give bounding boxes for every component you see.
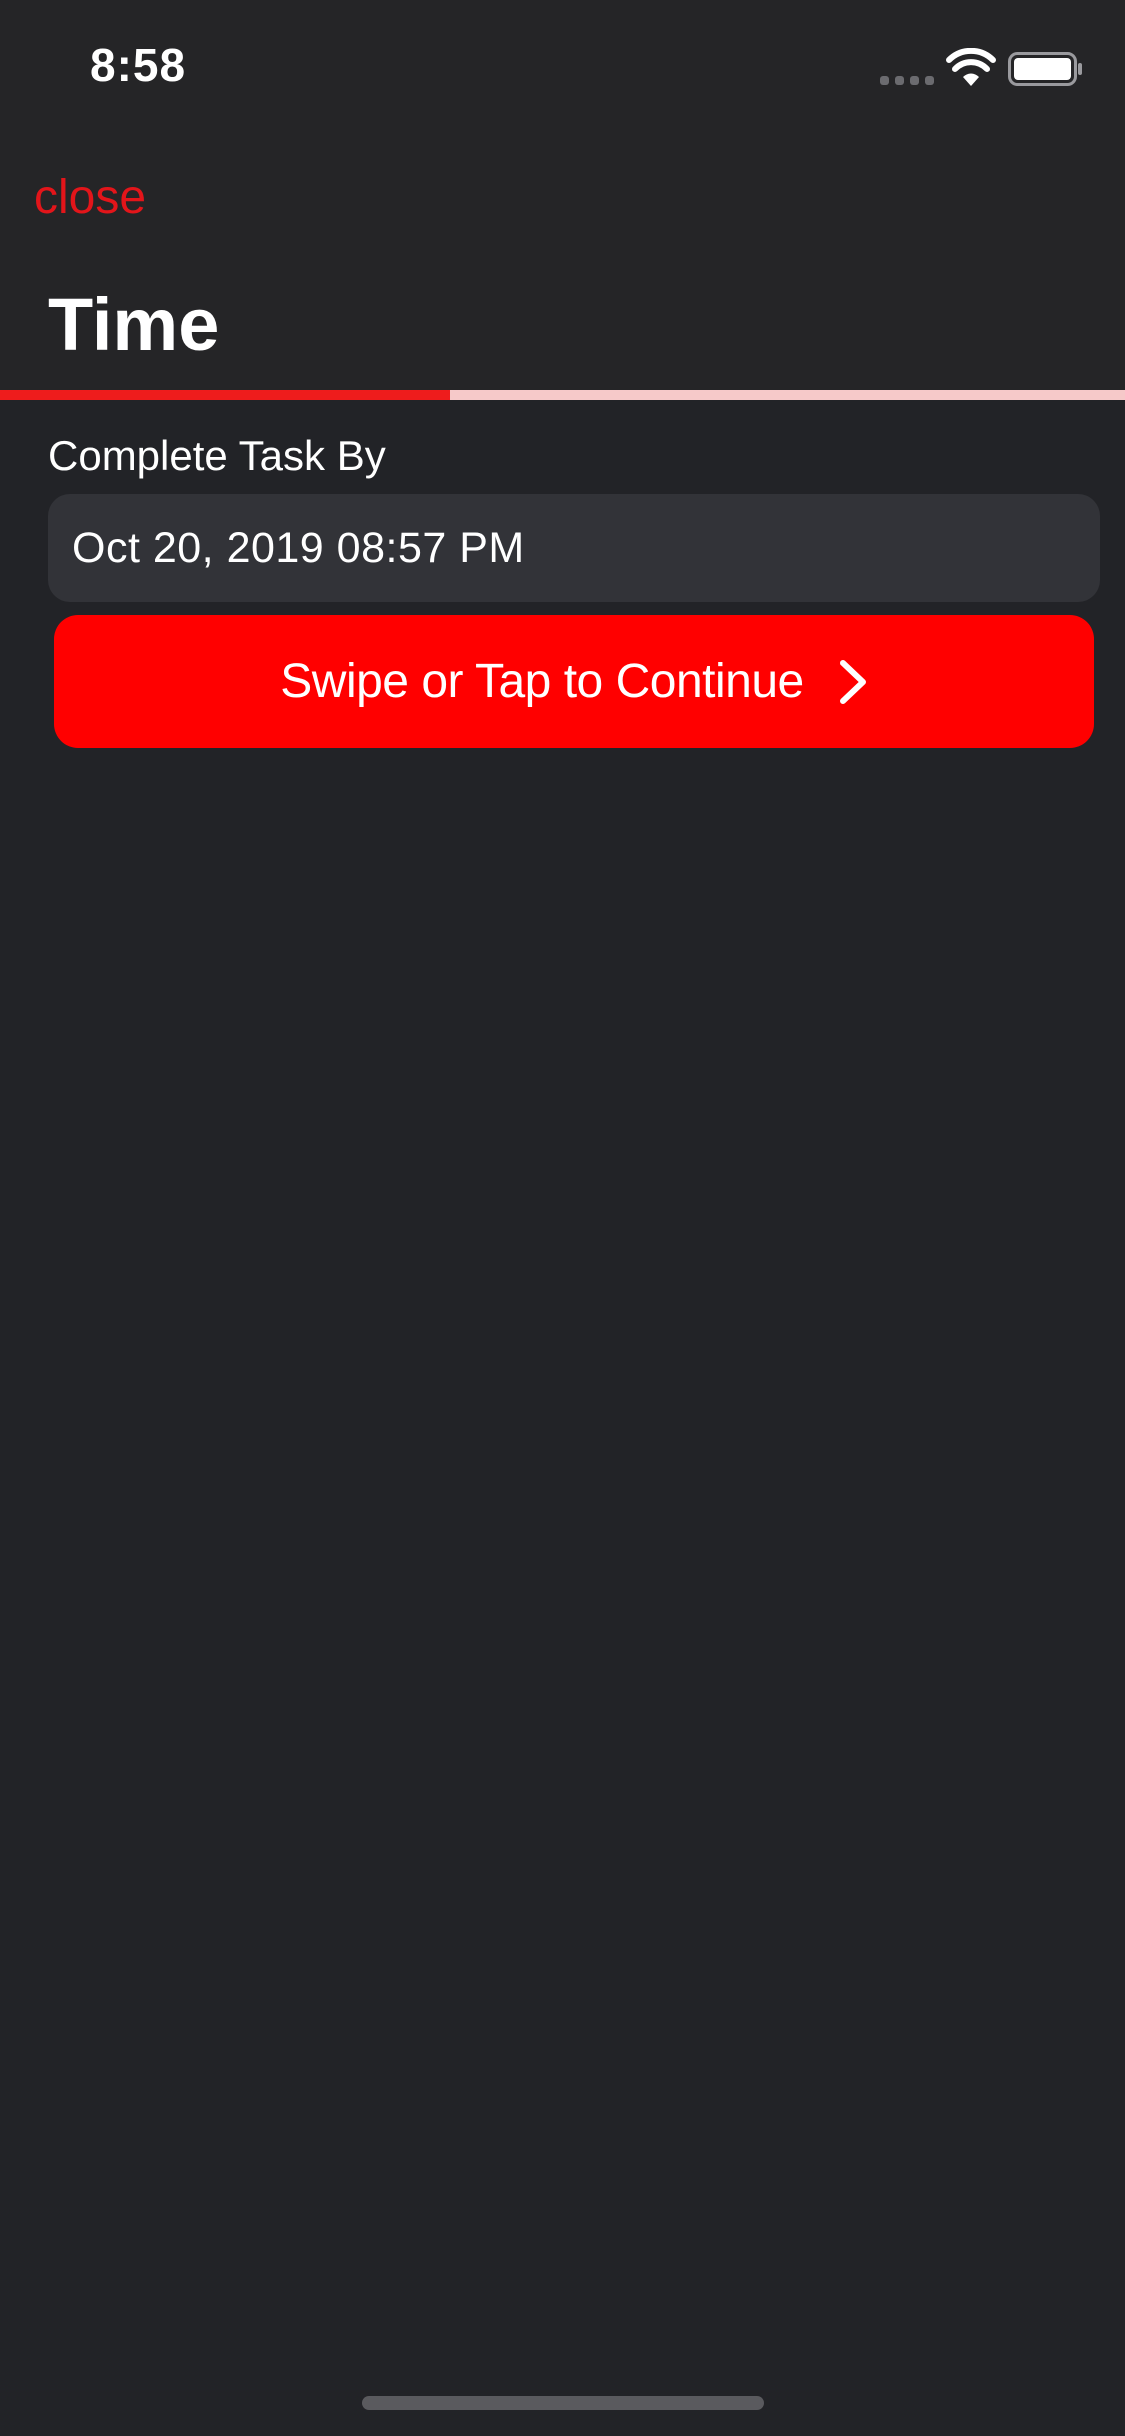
date-value: Oct 20, 2019 08:57 PM [72, 523, 525, 572]
progress-bar [0, 390, 1125, 400]
close-button[interactable]: close [34, 170, 146, 225]
complete-task-by-label: Complete Task By [48, 432, 386, 479]
battery-icon [1008, 52, 1082, 86]
signal-dots-icon [880, 76, 934, 85]
chevron-right-icon [839, 659, 866, 704]
page-title: Time [48, 283, 220, 366]
continue-button-label: Swipe or Tap to Continue [280, 655, 804, 708]
home-indicator[interactable] [362, 2396, 764, 2410]
status-bar: 8:58 [0, 0, 1125, 140]
continue-button[interactable]: Swipe or Tap to Continue [54, 615, 1094, 748]
wifi-icon [946, 48, 996, 86]
date-picker-field[interactable]: Oct 20, 2019 08:57 PM [48, 494, 1100, 602]
status-time: 8:58 [90, 39, 187, 91]
progress-bar-fill [0, 390, 450, 400]
nav-header: close Time [0, 140, 1125, 390]
